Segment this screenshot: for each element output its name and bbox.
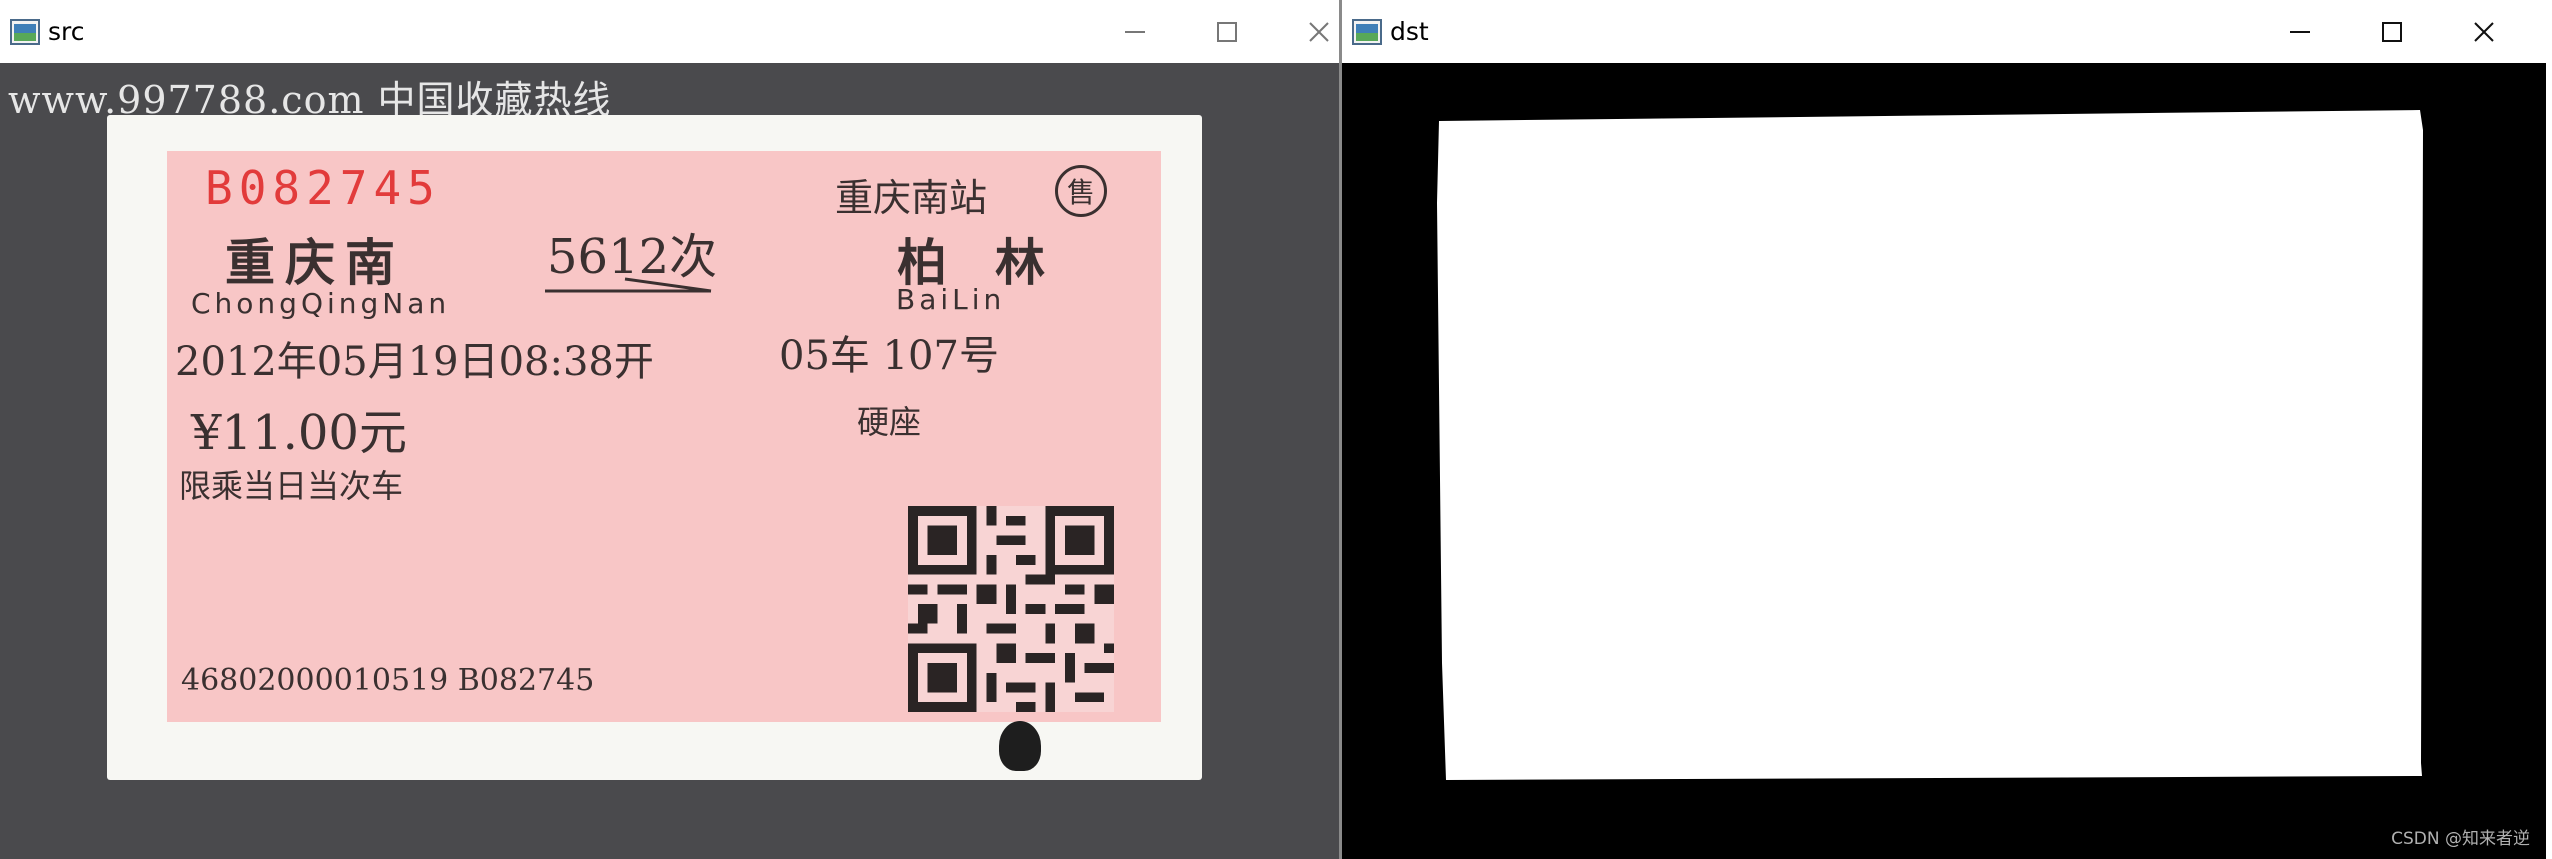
mask-image-canvas: CSDN @知来者逆 xyxy=(1342,63,2546,859)
app-window-icon xyxy=(1352,18,1382,46)
departure-datetime: 2012年05月19日08:38开 xyxy=(175,339,654,385)
close-icon xyxy=(2474,21,2494,42)
from-station: 重庆南 xyxy=(225,233,405,292)
from-pinyin: ChongQingNan xyxy=(191,287,451,320)
csdn-credit: CSDN @知来者逆 xyxy=(2391,829,2530,849)
app-window-icon xyxy=(10,18,40,46)
ticket-restriction: 限乘当日当次车 xyxy=(179,467,404,505)
ticket-price: ¥11.00元 xyxy=(191,405,407,461)
car-seat: 05车 107号 xyxy=(779,333,999,379)
window-title: dst xyxy=(1390,17,1429,46)
close-icon xyxy=(1309,21,1329,42)
minimize-button[interactable] xyxy=(1089,0,1181,63)
dst-titlebar[interactable]: dst xyxy=(1342,0,2546,63)
issuing-station: 重庆南站 xyxy=(835,176,988,220)
ticket-mask xyxy=(1437,110,2423,780)
maximize-icon xyxy=(2382,21,2402,42)
ticket-face: B082745 重庆南站 售 重庆南 5612次 柏林 ChongQingNan… xyxy=(167,151,1161,722)
sale-stamp: 售 xyxy=(1055,165,1107,217)
ticket-bottom-number: 46802000010519 B082745 xyxy=(181,663,595,698)
window-title: src xyxy=(48,17,85,46)
minimize-icon xyxy=(2290,30,2310,33)
dst-window: dst CSDN @知来者逆 xyxy=(1342,0,2546,859)
minimize-icon xyxy=(1125,30,1145,33)
ticket-serial: B082745 xyxy=(205,161,441,215)
close-button[interactable] xyxy=(2438,0,2530,63)
src-window: src www.997788.com 中国收藏热线 B082745 重庆南站 售… xyxy=(0,0,1339,859)
maximize-button[interactable] xyxy=(1181,0,1273,63)
maximize-button[interactable] xyxy=(2346,0,2438,63)
to-pinyin: BaiLin xyxy=(896,283,1006,316)
source-image-canvas: www.997788.com 中国收藏热线 B082745 重庆南站 售 重庆南… xyxy=(0,63,1339,859)
qr-code xyxy=(908,506,1114,712)
train-ticket: B082745 重庆南站 售 重庆南 5612次 柏林 ChongQingNan… xyxy=(107,115,1202,780)
maximize-icon xyxy=(1217,21,1237,42)
seat-type: 硬座 xyxy=(857,403,922,441)
src-titlebar[interactable]: src xyxy=(0,0,1339,63)
background-edge xyxy=(2546,0,2552,859)
direction-arrow xyxy=(545,277,712,293)
minimize-button[interactable] xyxy=(2254,0,2346,63)
ticket-punch-hole xyxy=(999,721,1041,771)
